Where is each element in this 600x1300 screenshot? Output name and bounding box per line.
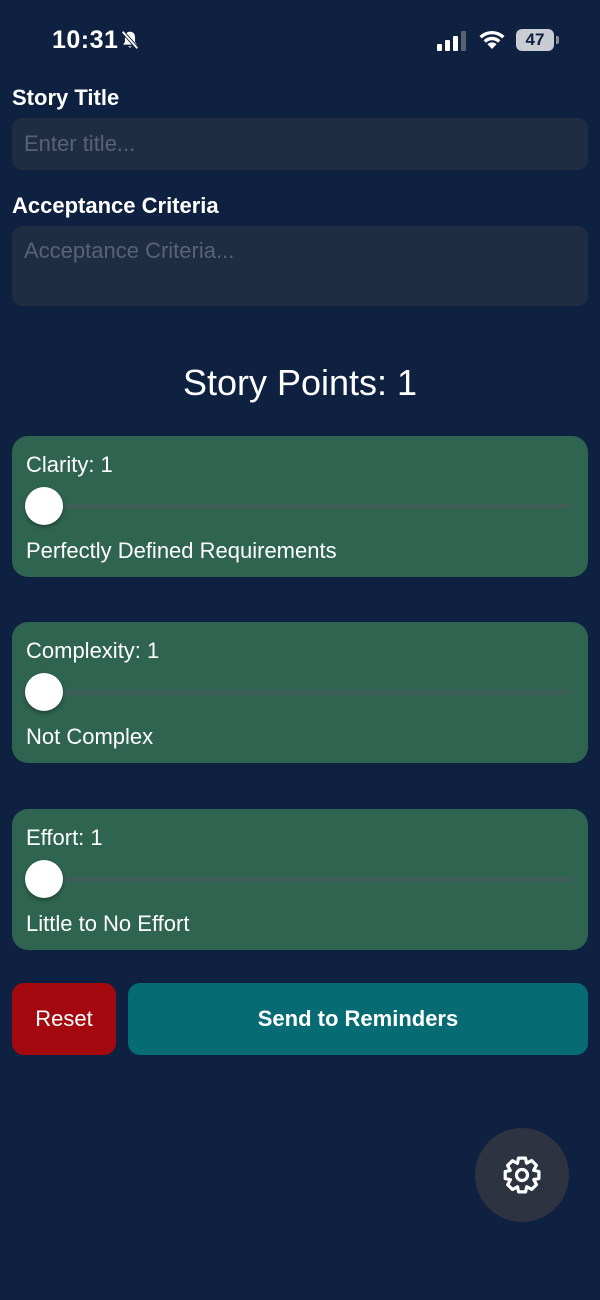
status-time: 10:31	[52, 26, 119, 54]
acceptance-criteria-label: Acceptance Criteria	[12, 193, 219, 218]
complexity-description: Not Complex	[26, 724, 154, 749]
acceptance-criteria-input[interactable]	[12, 226, 588, 306]
gear-icon	[503, 1156, 541, 1194]
effort-slider-track[interactable]	[26, 877, 573, 882]
clarity-card: Clarity: 1 Perfectly Defined Requirement…	[12, 436, 588, 577]
clarity-description: Perfectly Defined Requirements	[26, 538, 337, 563]
complexity-label: Complexity: 1	[26, 638, 160, 663]
complexity-slider-thumb[interactable]	[25, 673, 63, 711]
cellular-signal-icon	[437, 31, 466, 51]
complexity-slider-track[interactable]	[26, 690, 573, 695]
status-bar: 10:31 47	[0, 0, 600, 80]
reset-button[interactable]: Reset	[12, 983, 116, 1055]
effort-card: Effort: 1 Little to No Effort	[12, 809, 588, 950]
effort-label: Effort: 1	[26, 825, 103, 850]
complexity-card: Complexity: 1 Not Complex	[12, 622, 588, 763]
settings-button[interactable]	[475, 1128, 569, 1222]
wifi-icon	[479, 30, 505, 49]
send-to-reminders-button[interactable]: Send to Reminders	[128, 983, 588, 1055]
story-title-input[interactable]	[12, 118, 588, 170]
story-title-label: Story Title	[12, 85, 120, 110]
story-points-heading: Story Points: 1	[182, 362, 418, 403]
clarity-slider-track[interactable]	[26, 504, 573, 509]
battery-cap	[556, 36, 559, 44]
bell-slash-icon	[121, 30, 139, 50]
effort-description: Little to No Effort	[26, 911, 190, 936]
clarity-label: Clarity: 1	[26, 452, 113, 477]
battery-indicator: 47	[516, 29, 554, 51]
clarity-slider-thumb[interactable]	[25, 487, 63, 525]
effort-slider-thumb[interactable]	[25, 860, 63, 898]
